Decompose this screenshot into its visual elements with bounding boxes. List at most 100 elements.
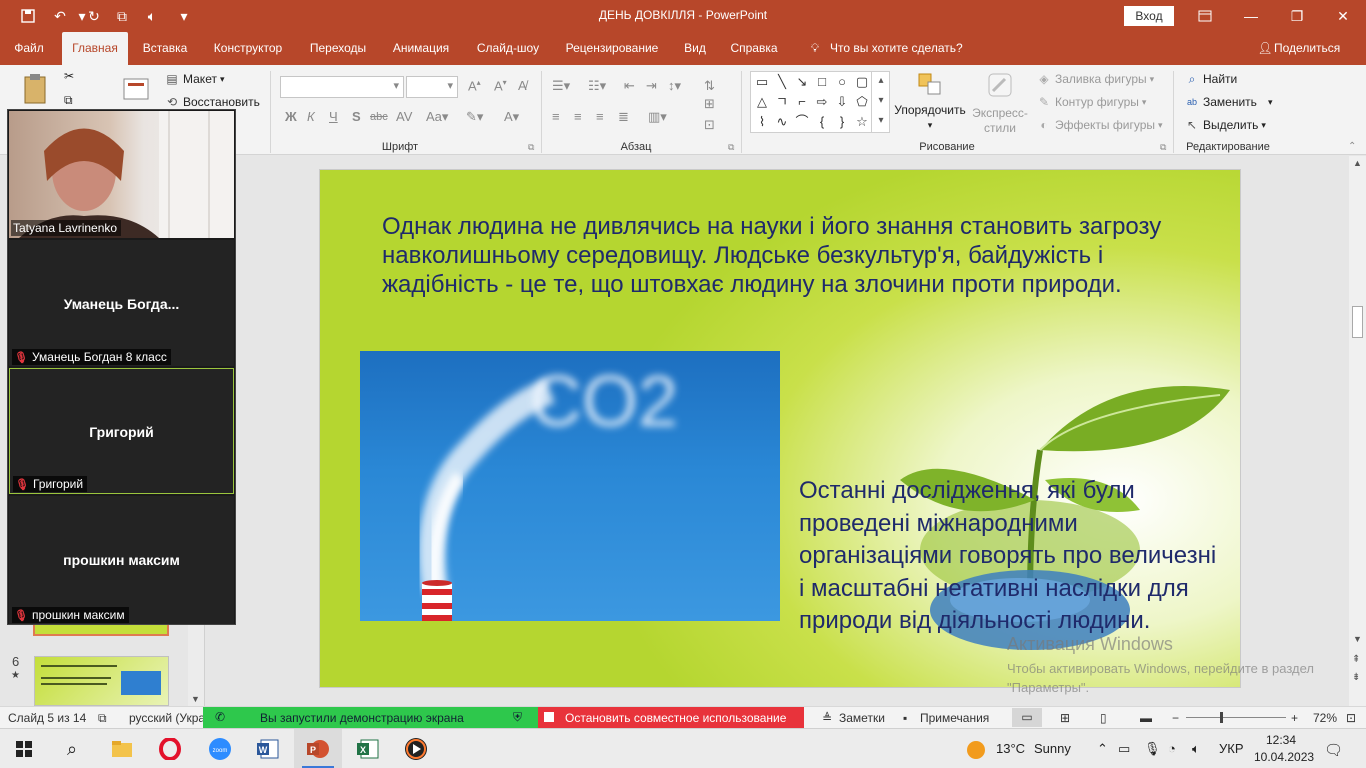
zoom-slider-thumb[interactable] [1220,712,1223,723]
tab-view[interactable]: Вид [676,32,714,65]
microphone-icon[interactable]: 🎙︎ [1144,741,1161,757]
minimize-icon[interactable]: — [1228,0,1274,32]
next-slide-icon[interactable]: ⇟ [1352,672,1360,683]
tab-animations[interactable]: Анимация [384,32,458,65]
underline-icon[interactable]: Ч [329,109,338,124]
collapse-ribbon-icon[interactable]: ⌃ [1348,141,1356,152]
wifi-icon[interactable]: ◔ [1168,741,1176,756]
select-button[interactable]: ↖ Выделить ▾ [1184,117,1266,133]
increase-font-icon[interactable]: A▴ [468,78,481,93]
ribbon-display-icon[interactable] [1182,0,1228,32]
shape-down-arrow-icon[interactable]: ⇩ [834,94,850,110]
participant-tile[interactable]: Уманець Богда... 🎙︎ Уманець Богдан 8 кла… [9,240,234,366]
normal-view-icon[interactable]: ▭ [1012,708,1042,727]
change-case-icon[interactable]: Aa▾ [426,109,448,125]
shape-connector-icon[interactable]: ⌐ [794,94,810,110]
scroll-up-icon[interactable]: ▲ [1353,158,1362,168]
slideshow-icon[interactable]: ▬ [1140,711,1152,725]
participant-tile-active-speaker[interactable]: Григорий 🎙︎ Григорий [9,368,234,494]
font-size-select[interactable] [406,76,458,98]
tab-design[interactable]: Конструктор [204,32,292,65]
columns-icon[interactable]: ▥▾ [648,109,667,125]
drawing-dialog-launcher-icon[interactable]: ⧉ [1160,142,1166,153]
media-player-icon[interactable] [392,729,440,768]
zoom-slider-track[interactable] [1186,717,1286,718]
paragraph-dialog-launcher-icon[interactable]: ⧉ [728,142,734,153]
comments-icon[interactable]: ▪ [903,711,907,725]
spellcheck-icon[interactable]: ⧉ [98,711,107,726]
scroll-thumb[interactable] [1352,306,1363,338]
close-icon[interactable]: ✕ [1320,0,1366,32]
shape-elbow-icon[interactable]: ㄱ [774,94,790,110]
shape-effects-button[interactable]: ◐ Эффекты фигуры ▾ [1036,117,1162,133]
shape-freeform-icon[interactable]: ⌇ [754,114,770,130]
notifications-icon[interactable]: 🗨︎ [1324,741,1343,759]
tab-transitions[interactable]: Переходы [302,32,374,65]
shape-brace-left-icon[interactable]: { [814,114,830,130]
notes-button[interactable]: Заметки [839,711,885,725]
reading-view-icon[interactable]: ▯ [1100,711,1107,725]
italic-icon[interactable]: К [307,109,315,124]
language-indicator[interactable]: русский (Укра [129,711,205,725]
align-center-icon[interactable]: ≡ [574,109,582,124]
font-family-select[interactable] [280,76,404,98]
shapes-scroll[interactable]: ▴ ▾ ▾ [871,71,890,133]
align-left-icon[interactable]: ≡ [552,109,560,124]
smartart-icon[interactable]: ⊡ [704,117,715,133]
clock-date[interactable]: 10.04.2023 [1254,750,1314,764]
bullets-icon[interactable]: ☰▾ [552,78,570,94]
shape-arc-icon[interactable]: ⌒ [794,114,810,130]
slide-vertical-scrollbar[interactable]: ▲ ▼ ⇞ ⇟ [1349,156,1366,706]
justify-icon[interactable]: ≣ [618,109,629,125]
restore-icon[interactable]: ❐ [1274,0,1320,32]
new-slide-icon[interactable] [120,73,152,103]
comments-button[interactable]: Примечания [920,711,989,725]
zoom-app-icon[interactable]: zoom [196,729,244,768]
zoom-in-icon[interactable]: + [1291,711,1298,725]
replace-button[interactable]: ab Заменить ▾ [1184,94,1272,110]
tab-review[interactable]: Рецензирование [558,32,666,65]
tell-me-search[interactable]: Что вы хотите сделать? [830,32,966,65]
previous-slide-icon[interactable]: ⇞ [1352,654,1360,665]
shape-rectangle-icon[interactable]: □ [814,74,830,90]
tab-slideshow[interactable]: Слайд-шоу [468,32,548,65]
shape-brace-right-icon[interactable]: } [834,114,850,130]
quick-styles-button[interactable]: Экспресс-стили [968,71,1032,136]
tab-file[interactable]: Файл [6,32,52,65]
shapes-gallery[interactable]: ▭ ╲ ↘ □ ○ ▢ △ ㄱ ⌐ ⇨ ⇩ ⬠ ⌇ ∿ ⌒ { } ☆ [750,71,890,133]
shape-curve-icon[interactable]: ∿ [774,114,790,130]
file-explorer-icon[interactable] [98,729,146,768]
char-spacing-icon[interactable]: AV [396,109,412,124]
paste-icon[interactable] [20,73,50,105]
weather-description[interactable]: Sunny [1034,741,1071,756]
slide-top-text[interactable]: Однак людина не дивлячись на науки і йог… [382,212,1192,299]
thumbnail-slide-6[interactable] [34,656,169,706]
shape-textbox-icon[interactable]: ▭ [754,74,770,90]
participant-tile[interactable]: прошкин максим 🎙︎ прошкин максим [9,496,234,624]
shape-right-arrow-icon[interactable]: ⇨ [814,94,830,110]
align-text-icon[interactable]: ⊞ [704,96,715,112]
tray-overflow-icon[interactable]: ⌃ [1097,741,1108,757]
login-button[interactable]: Вход [1124,6,1174,26]
scroll-down-icon[interactable]: ▼ [1353,634,1362,644]
excel-icon[interactable]: X [344,729,392,768]
increase-indent-icon[interactable]: ⇥ [646,78,657,94]
weather-temperature[interactable]: 13°C [996,741,1025,756]
zoom-level[interactable]: 72% [1313,711,1337,725]
keyboard-language[interactable]: УКР [1219,741,1244,756]
cut-icon[interactable]: ✂ [64,69,74,83]
windows-start-icon[interactable] [0,729,48,768]
stop-sharing-button[interactable]: Остановить совместное использование [538,707,804,729]
share-button[interactable]: Поделиться [1274,32,1348,65]
arrange-button[interactable]: Упорядочить ▾ [894,71,966,131]
copy-icon[interactable]: ⧉ [64,93,73,108]
notes-icon[interactable]: ≜ [822,711,832,725]
word-icon[interactable]: W [244,729,292,768]
scroll-down-icon[interactable]: ▼ [191,694,200,704]
clear-format-icon[interactable]: A̸ [518,78,527,93]
fit-slide-icon[interactable]: ⊡ [1346,711,1356,725]
battery-icon[interactable]: ▭ [1118,741,1130,757]
decrease-indent-icon[interactable]: ⇤ [624,78,635,94]
zoom-out-icon[interactable]: − [1172,711,1179,725]
shape-star-icon[interactable]: ☆ [854,114,870,130]
